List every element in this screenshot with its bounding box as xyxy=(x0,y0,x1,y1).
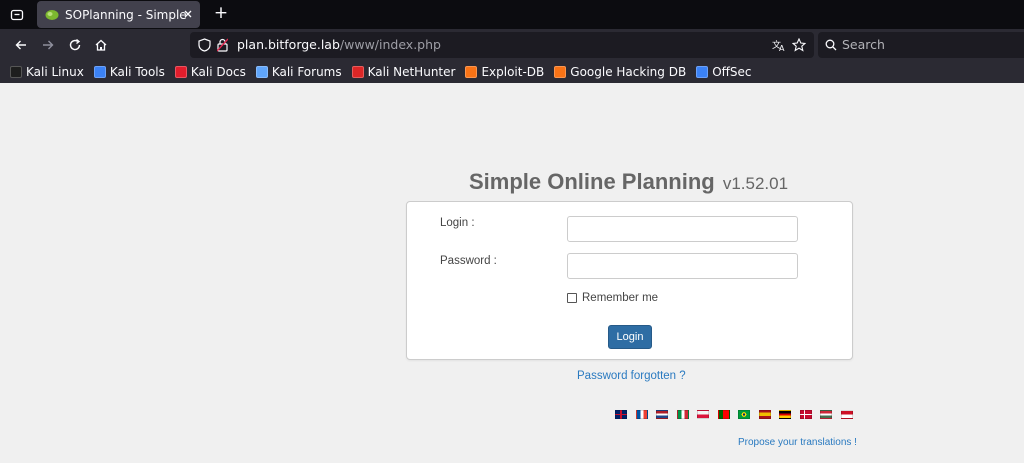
password-label: Password : xyxy=(440,255,497,267)
bookmark-label: Kali Tools xyxy=(109,65,165,79)
bookmark-item[interactable]: Exploit-DB xyxy=(465,65,544,79)
shield-icon[interactable] xyxy=(198,38,211,52)
bookmark-item[interactable]: Kali Tools xyxy=(93,65,165,79)
bookmark-label: OffSec xyxy=(712,65,752,79)
app-version: v1.52.01 xyxy=(722,174,789,193)
flag-fr-icon[interactable] xyxy=(635,410,648,419)
svg-text:A: A xyxy=(779,44,785,52)
search-input[interactable]: Search xyxy=(842,37,885,52)
back-button[interactable] xyxy=(11,35,31,55)
navigation-bar: plan.bitforge.lab/www/index.php 文A Searc… xyxy=(0,29,1024,61)
flag-de-icon[interactable] xyxy=(779,410,791,419)
flag-es-icon[interactable] xyxy=(758,410,771,419)
password-input[interactable] xyxy=(567,253,798,279)
url-bar[interactable]: plan.bitforge.lab/www/index.php 文A xyxy=(190,32,814,58)
bookmark-item[interactable]: Google Hacking DB xyxy=(554,65,686,79)
flag-dk-icon[interactable] xyxy=(799,410,812,419)
home-icon xyxy=(95,39,107,51)
remember-checkbox[interactable] xyxy=(567,293,577,303)
bookmark-label: Kali NetHunter xyxy=(367,65,456,79)
translate-icon[interactable]: 文A xyxy=(772,38,786,52)
bookmark-item[interactable]: Kali Linux xyxy=(10,65,84,79)
app-name: Simple Online Planning xyxy=(469,169,715,194)
bookmark-star-icon[interactable] xyxy=(792,38,806,52)
arrow-left-icon xyxy=(15,40,26,50)
flag-pt-icon[interactable] xyxy=(717,410,730,419)
kali-nethunter-icon xyxy=(351,66,364,78)
search-bar[interactable]: Search xyxy=(818,32,1024,58)
language-flags xyxy=(615,410,861,419)
kali-docs-icon xyxy=(174,66,187,78)
bookmarks-bar: Kali Linux Kali Tools Kali Docs Kali Forums… xyxy=(0,61,1024,83)
url-path: /www/index.php xyxy=(339,37,441,52)
soplanning-favicon xyxy=(45,9,59,20)
login-form: Login : Password : Remember me Login xyxy=(406,201,853,360)
bookmark-label: Google Hacking DB xyxy=(570,65,687,79)
reload-icon xyxy=(69,38,81,51)
flag-pl-icon[interactable] xyxy=(697,410,709,419)
arrow-right-icon xyxy=(43,40,54,50)
flag-it-icon[interactable] xyxy=(676,410,689,419)
flag-en-icon[interactable] xyxy=(615,410,627,419)
url-text[interactable]: plan.bitforge.lab/www/index.php xyxy=(237,37,441,52)
page-title: Simple Online Planning v1.52.01 xyxy=(469,169,788,195)
kali-forums-icon xyxy=(255,66,268,78)
bookmark-label: Kali Docs xyxy=(190,65,246,79)
tab-title: SOPlanning - Simple Onli xyxy=(65,7,189,22)
bookmark-item[interactable]: Kali Docs xyxy=(174,65,246,79)
search-icon xyxy=(825,39,837,51)
flag-id-icon[interactable] xyxy=(840,410,853,419)
forward-button[interactable] xyxy=(38,35,58,55)
tab-list-icon[interactable] xyxy=(6,5,28,25)
home-button[interactable] xyxy=(91,35,111,55)
login-button[interactable]: Login xyxy=(608,325,652,349)
login-label: Login : xyxy=(440,217,475,229)
password-forgotten-link[interactable]: Password forgotten ? xyxy=(577,370,686,382)
bookmark-label: Kali Forums xyxy=(271,65,342,79)
url-host: plan.bitforge.lab xyxy=(237,37,340,52)
ghdb-icon xyxy=(554,66,567,78)
flag-br-icon[interactable] xyxy=(738,410,750,419)
bookmark-item[interactable]: Kali NetHunter xyxy=(351,65,456,79)
remember-me[interactable]: Remember me xyxy=(567,292,658,304)
insecure-lock-icon[interactable] xyxy=(217,38,228,52)
tab-bar: SOPlanning - Simple Onli + xyxy=(0,0,1024,29)
bookmark-label: Exploit-DB xyxy=(481,65,545,79)
page-content: Simple Online Planning v1.52.01 Login : … xyxy=(0,83,1024,463)
exploit-db-icon xyxy=(465,66,478,78)
bookmark-label: Kali Linux xyxy=(26,65,84,79)
bookmark-item[interactable]: Kali Forums xyxy=(255,65,342,79)
close-icon[interactable] xyxy=(182,8,194,20)
offsec-icon xyxy=(696,66,709,78)
login-input[interactable] xyxy=(567,216,798,242)
bookmark-item[interactable]: OffSec xyxy=(696,65,752,79)
propose-translations-link[interactable]: Propose your translations ! xyxy=(738,437,857,448)
flag-hu-icon[interactable] xyxy=(820,410,832,419)
reload-button[interactable] xyxy=(65,35,85,55)
new-tab-button[interactable]: + xyxy=(212,4,230,22)
kali-dragon-icon xyxy=(10,66,22,78)
kali-tools-icon xyxy=(93,66,106,78)
active-tab[interactable]: SOPlanning - Simple Onli xyxy=(37,1,200,28)
flag-nl-icon[interactable] xyxy=(656,410,668,419)
remember-label: Remember me xyxy=(582,292,659,304)
